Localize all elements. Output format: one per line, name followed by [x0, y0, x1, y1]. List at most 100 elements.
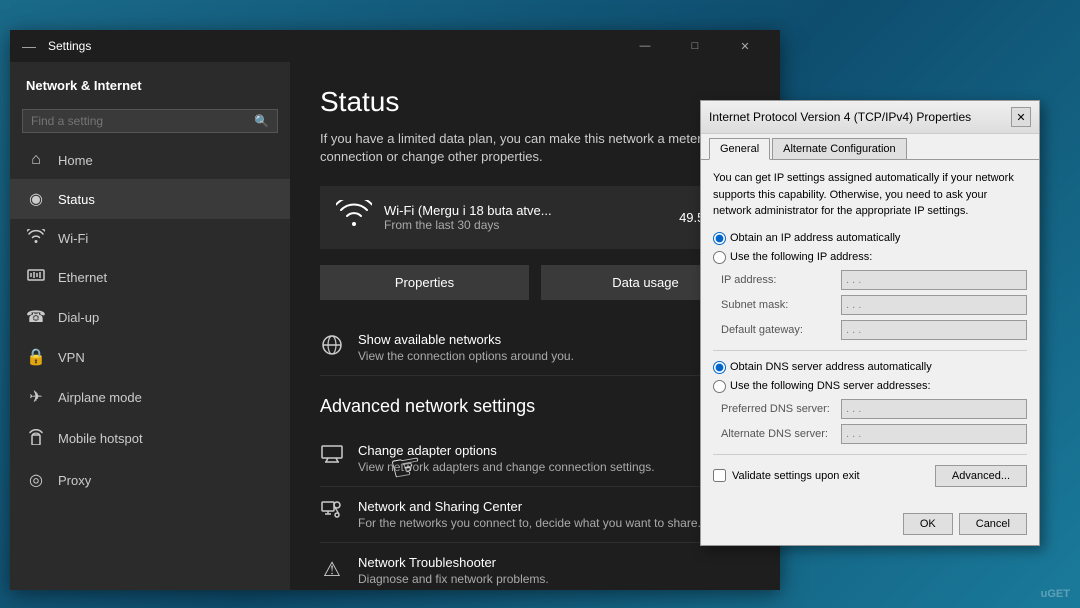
- settings-window-title: Settings: [48, 39, 622, 53]
- radio-manual-dns-row[interactable]: Use the following DNS server addresses:: [713, 380, 1027, 393]
- sidebar-item-home[interactable]: ⌂ Home: [10, 141, 290, 179]
- adapter-icon: [320, 445, 344, 469]
- settings-titlebar: — Settings — □ ✕: [10, 30, 780, 62]
- change-adapter-info: Change adapter options View network adap…: [358, 443, 655, 474]
- default-gateway-row: Default gateway:: [713, 320, 1027, 340]
- show-networks-desc: View the connection options around you.: [358, 349, 574, 363]
- action-buttons: Properties Data usage: [320, 265, 750, 300]
- wifi-card-icon: [336, 200, 372, 235]
- radio-auto-dns[interactable]: [713, 361, 726, 374]
- status-icon: ◉: [26, 189, 46, 209]
- minimize-button[interactable]: —: [622, 30, 668, 62]
- show-networks-option[interactable]: Show available networks View the connect…: [320, 320, 750, 376]
- validate-settings-label: Validate settings upon exit: [732, 470, 860, 482]
- radio-manual-dns-text: Use the following DNS server addresses:: [730, 380, 931, 392]
- tcp-close-button[interactable]: ✕: [1011, 107, 1031, 127]
- sidebar-item-wifi[interactable]: Wi-Fi: [10, 219, 290, 258]
- home-icon: ⌂: [26, 151, 46, 169]
- sharing-center-info: Network and Sharing Center For the netwo…: [358, 499, 701, 530]
- sidebar-item-hotspot-label: Mobile hotspot: [58, 431, 143, 446]
- cancel-button[interactable]: Cancel: [959, 513, 1027, 535]
- sidebar-item-dialup-label: Dial-up: [58, 310, 99, 325]
- sharing-center-option[interactable]: Network and Sharing Center For the netwo…: [320, 487, 750, 543]
- tcp-divider-1: [713, 350, 1027, 351]
- change-adapter-option[interactable]: Change adapter options View network adap…: [320, 431, 750, 487]
- validate-settings-row[interactable]: Validate settings upon exit Advanced...: [713, 465, 1027, 487]
- ip-address-input[interactable]: [841, 270, 1027, 290]
- sidebar-item-ethernet-label: Ethernet: [58, 270, 107, 285]
- sidebar-item-vpn[interactable]: 🔒 VPN: [10, 337, 290, 377]
- radio-manual-dns-label[interactable]: Use the following DNS server addresses:: [713, 380, 931, 393]
- maximize-button[interactable]: □: [672, 30, 718, 62]
- properties-button[interactable]: Properties: [320, 265, 529, 300]
- search-box[interactable]: 🔍: [22, 109, 278, 133]
- show-networks-info: Show available networks View the connect…: [358, 332, 574, 363]
- sidebar-item-hotspot[interactable]: Mobile hotspot: [10, 417, 290, 460]
- preferred-dns-input[interactable]: [841, 399, 1027, 419]
- sidebar-item-airplane[interactable]: ✈ Airplane mode: [10, 377, 290, 417]
- subnet-mask-input[interactable]: [841, 295, 1027, 315]
- radio-manual-ip[interactable]: [713, 251, 726, 264]
- wifi-card: Wi-Fi (Mergu i 18 buta atve... From the …: [320, 186, 750, 249]
- radio-auto-ip-label[interactable]: Obtain an IP address automatically: [713, 232, 900, 245]
- tab-general[interactable]: General: [709, 138, 770, 160]
- search-input[interactable]: [31, 114, 254, 128]
- wifi-subtitle: From the last 30 days: [384, 218, 667, 232]
- subtitle-text: If you have a limited data plan, you can…: [320, 130, 750, 166]
- alternate-dns-label: Alternate DNS server:: [721, 428, 841, 440]
- radio-auto-ip-text: Obtain an IP address automatically: [730, 232, 900, 244]
- page-title: Status: [320, 86, 750, 118]
- ethernet-icon: [26, 268, 46, 287]
- hotspot-icon: [26, 427, 46, 450]
- wifi-name: Wi-Fi (Mergu i 18 buta atve...: [384, 203, 667, 218]
- sidebar-item-ethernet[interactable]: Ethernet: [10, 258, 290, 297]
- advanced-button[interactable]: Advanced...: [935, 465, 1027, 487]
- subnet-mask-row: Subnet mask:: [713, 295, 1027, 315]
- radio-manual-dns[interactable]: [713, 380, 726, 393]
- change-adapter-title: Change adapter options: [358, 443, 655, 458]
- tab-alternate-config[interactable]: Alternate Configuration: [772, 138, 907, 159]
- tcp-body: You can get IP settings assigned automat…: [701, 160, 1039, 505]
- radio-auto-dns-label[interactable]: Obtain DNS server address automatically: [713, 361, 932, 374]
- show-networks-title: Show available networks: [358, 332, 574, 347]
- radio-auto-dns-text: Obtain DNS server address automatically: [730, 361, 932, 373]
- desktop: — Settings — □ ✕ Network & Internet 🔍 ⌂ …: [0, 0, 1080, 608]
- sidebar-item-proxy[interactable]: ◎ Proxy: [10, 460, 290, 500]
- sidebar-item-vpn-label: VPN: [58, 350, 85, 365]
- advanced-section-heading: Advanced network settings: [320, 396, 750, 417]
- sidebar-item-dialup[interactable]: ☎ Dial-up: [10, 297, 290, 337]
- settings-body: Network & Internet 🔍 ⌂ Home ◉ Status: [10, 62, 780, 590]
- sidebar-item-status[interactable]: ◉ Status: [10, 179, 290, 219]
- radio-auto-ip-row[interactable]: Obtain an IP address automatically: [713, 232, 1027, 245]
- troubleshooter-option[interactable]: ⚠ Network Troubleshooter Diagnose and fi…: [320, 543, 750, 590]
- wifi-info: Wi-Fi (Mergu i 18 buta atve... From the …: [384, 203, 667, 232]
- radio-manual-ip-text: Use the following IP address:: [730, 251, 872, 263]
- back-button[interactable]: —: [22, 38, 36, 54]
- alternate-dns-input[interactable]: [841, 424, 1027, 444]
- default-gateway-label: Default gateway:: [721, 324, 841, 336]
- proxy-icon: ◎: [26, 470, 46, 490]
- sidebar-item-airplane-label: Airplane mode: [58, 390, 142, 405]
- subnet-mask-label: Subnet mask:: [721, 299, 841, 311]
- tcp-footer: OK Cancel: [701, 505, 1039, 545]
- airplane-icon: ✈: [26, 387, 46, 407]
- validate-settings-checkbox[interactable]: [713, 469, 726, 482]
- tcp-tabs: General Alternate Configuration: [701, 134, 1039, 160]
- close-button[interactable]: ✕: [722, 30, 768, 62]
- tcp-titlebar: Internet Protocol Version 4 (TCP/IPv4) P…: [701, 101, 1039, 134]
- troubleshooter-icon: ⚠: [320, 557, 344, 582]
- troubleshooter-title: Network Troubleshooter: [358, 555, 549, 570]
- ip-address-label: IP address:: [721, 274, 841, 286]
- radio-auto-dns-row[interactable]: Obtain DNS server address automatically: [713, 361, 1027, 374]
- default-gateway-input[interactable]: [841, 320, 1027, 340]
- ok-button[interactable]: OK: [903, 513, 953, 535]
- radio-auto-ip[interactable]: [713, 232, 726, 245]
- radio-manual-ip-row[interactable]: Use the following IP address:: [713, 251, 1027, 264]
- sharing-icon: [320, 501, 344, 525]
- sidebar-item-home-label: Home: [58, 153, 93, 168]
- sidebar-header: Network & Internet: [10, 62, 290, 101]
- sidebar-item-status-label: Status: [58, 192, 95, 207]
- alternate-dns-row: Alternate DNS server:: [713, 424, 1027, 444]
- tcp-dialog-title: Internet Protocol Version 4 (TCP/IPv4) P…: [709, 110, 1011, 124]
- radio-manual-ip-label[interactable]: Use the following IP address:: [713, 251, 872, 264]
